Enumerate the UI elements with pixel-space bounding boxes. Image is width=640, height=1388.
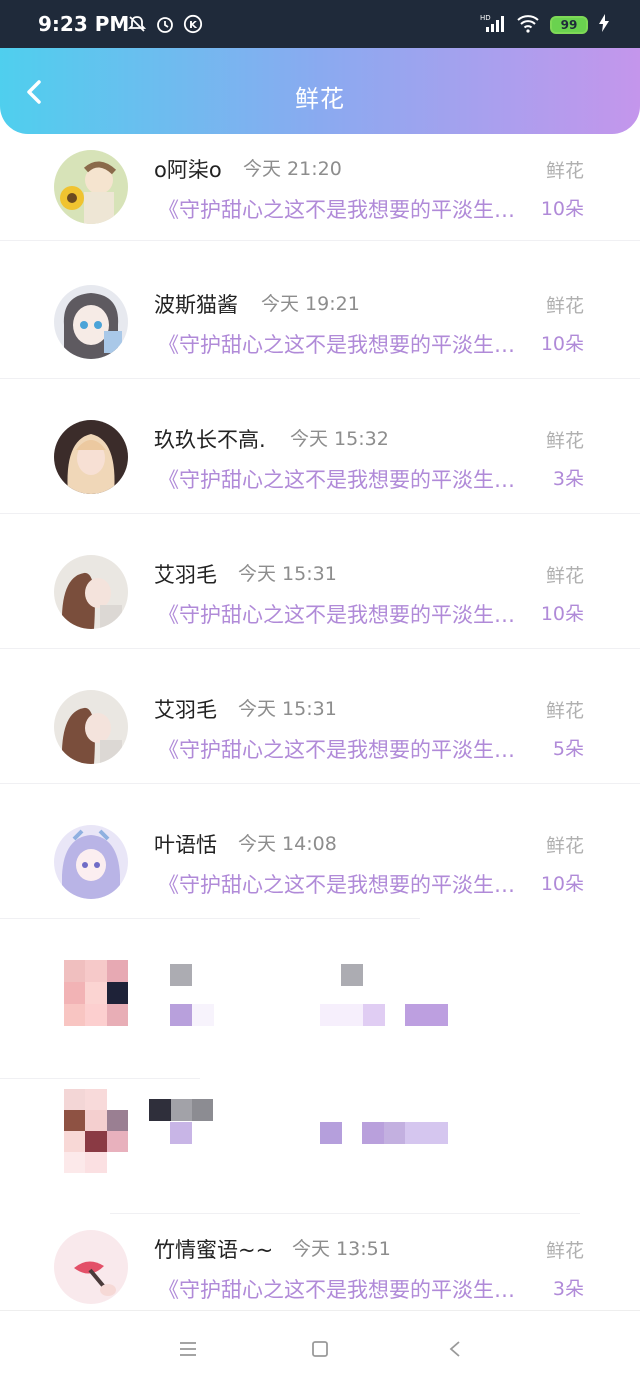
timestamp: 今天 15:31 [238,563,337,585]
book-title-link[interactable]: 《守护甜心之这不是我想要的平淡生活》 [158,464,530,494]
hd-signal-icon: HD [480,13,506,37]
redacted-text [149,1099,171,1121]
avatar[interactable] [54,555,128,629]
gift-type: 鲜花 [545,835,584,857]
page-title: 鲜花 [295,85,345,113]
redacted-list-item [0,944,640,1079]
status-icons-right: HD 99 [480,13,610,37]
avatar[interactable] [54,825,128,899]
book-title-link[interactable]: 《守护甜心之这不是我想要的平淡生活》 [158,734,530,764]
back-triangle-icon [449,1341,460,1357]
system-back-button[interactable] [443,1337,467,1361]
home-square-icon [312,1341,328,1357]
list-item[interactable]: o阿柒o 今天 21:20 《守护甜心之这不是我想要的平淡生活》 鲜花 10朵 [0,134,640,244]
mute-icon [127,14,147,34]
status-time: 9:23 PM [38,12,130,36]
gift-count: 3朵 [552,1278,584,1300]
redacted-text [405,1122,448,1144]
redacted-text [384,1122,405,1144]
k-app-icon: K [183,14,203,34]
book-title-link[interactable]: 《守护甜心之这不是我想要的平淡生活》 [158,599,530,629]
redacted-text [192,1004,214,1026]
redacted-text [192,1099,213,1121]
user-name: 叶语恬 [154,833,217,857]
redacted-list-item [0,1079,640,1214]
timestamp: 今天 15:32 [290,428,389,450]
battery-icon: 99 [550,16,588,34]
gift-type: 鲜花 [545,430,584,452]
system-nav-bar [0,1310,640,1388]
avatar[interactable] [54,285,128,359]
gift-type: 鲜花 [545,700,584,722]
redacted-text [405,1004,448,1026]
divider [0,648,640,649]
avatar[interactable] [54,1230,128,1304]
book-title-link[interactable]: 《守护甜心之这不是我想要的平淡生活》 [158,329,530,359]
book-title-link[interactable]: 《守护甜心之这不是我想要的平淡生活》 [158,1274,530,1304]
divider [0,783,640,784]
gift-type: 鲜花 [545,160,584,182]
gift-type: 鲜花 [545,295,584,317]
menu-icon [180,1342,196,1356]
user-name: 竹情蜜语~~ [154,1238,274,1262]
avatar[interactable] [54,690,128,764]
svg-text:K: K [189,20,198,31]
redacted-avatar [64,960,128,1030]
redacted-text [170,1004,192,1026]
user-name: o阿柒o [154,158,222,182]
timestamp: 今天 19:21 [261,293,360,315]
gift-count: 10朵 [540,198,584,220]
timestamp: 今天 14:08 [238,833,337,855]
gift-type: 鲜花 [545,1240,584,1262]
avatar[interactable] [54,420,128,494]
divider [0,513,640,514]
timestamp: 今天 15:31 [238,698,337,720]
timestamp: 今天 13:51 [292,1238,391,1260]
gift-count: 3朵 [552,468,584,490]
redacted-text [320,1004,364,1026]
user-name: 艾羽毛 [154,563,217,587]
gift-count: 5朵 [552,738,584,760]
list-item[interactable]: 竹情蜜语~~ 今天 13:51 《守护甜心之这不是我想要的平淡生活》 鲜花 3朵 [0,1214,640,1324]
svg-text:HD: HD [480,14,491,22]
divider [0,378,640,379]
charging-icon [598,14,610,36]
user-name: 波斯猫酱 [154,293,238,317]
divider [0,240,640,241]
redacted-text [362,1122,384,1144]
divider [0,918,420,919]
redacted-avatar [64,1089,128,1173]
redacted-text [170,1122,192,1144]
page-header: 鲜花 [0,48,640,134]
timestamp: 今天 21:20 [243,158,342,180]
book-title-link[interactable]: 《守护甜心之这不是我想要的平淡生活》 [158,869,530,899]
gift-count: 10朵 [540,873,584,895]
gift-count: 10朵 [540,603,584,625]
gift-count: 10朵 [540,333,584,355]
list-item[interactable]: 艾羽毛 今天 15:31 《守护甜心之这不是我想要的平淡生活》 鲜花 10朵 [0,539,640,649]
user-name: 艾羽毛 [154,698,217,722]
status-icons-left: K [127,14,203,34]
redacted-text [171,1099,192,1121]
menu-button[interactable] [176,1337,200,1361]
wifi-icon [516,13,540,37]
alarm-icon [155,14,175,34]
home-button[interactable] [308,1337,332,1361]
redacted-text [320,1122,342,1144]
list-item[interactable]: 玖玖长不高. 今天 15:32 《守护甜心之这不是我想要的平淡生活》 鲜花 3朵 [0,404,640,514]
list-item[interactable]: 波斯猫酱 今天 19:21 《守护甜心之这不是我想要的平淡生活》 鲜花 10朵 [0,269,640,379]
list-item[interactable]: 艾羽毛 今天 15:31 《守护甜心之这不是我想要的平淡生活》 鲜花 5朵 [0,674,640,784]
redacted-text [363,1004,385,1026]
book-title-link[interactable]: 《守护甜心之这不是我想要的平淡生活》 [158,194,530,224]
user-name: 玖玖长不高. [154,428,266,452]
redacted-text [341,964,363,986]
gift-type: 鲜花 [545,565,584,587]
list-item[interactable]: 叶语恬 今天 14:08 《守护甜心之这不是我想要的平淡生活》 鲜花 10朵 [0,809,640,919]
redacted-text [170,964,192,986]
status-bar: 9:23 PM K HD 99 [0,0,640,48]
avatar[interactable] [54,150,128,224]
